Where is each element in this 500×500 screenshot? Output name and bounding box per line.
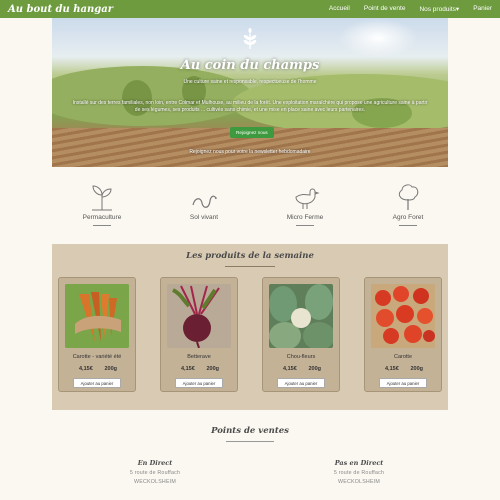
product-price: 4,15€ xyxy=(283,366,297,372)
product-image-tomatoes xyxy=(371,284,435,348)
add-to-cart-button[interactable]: Ajouter au panier xyxy=(175,378,223,388)
add-to-cart-button[interactable]: Ajouter au panier xyxy=(379,378,427,388)
hen-icon xyxy=(295,188,320,209)
product-card: Carotte - variété été 4,15€ 200g Ajouter… xyxy=(58,277,136,392)
product-weight: 200g xyxy=(308,366,321,372)
product-price: 4,15€ xyxy=(79,366,93,372)
hero-description: Installé sur des terres familiales, non … xyxy=(72,100,428,113)
point-of-sale-heading: En Direct xyxy=(137,459,173,467)
feature-divider xyxy=(93,225,111,226)
leaf-logo-icon xyxy=(243,28,257,49)
point-of-sale-heading: Pas en Direct xyxy=(334,459,384,467)
nav-link-panier[interactable]: Panier xyxy=(473,5,492,13)
products-section: Les produits de la semaine Carotte - var… xyxy=(52,244,448,410)
hero-title: Au coin du champs xyxy=(180,58,320,73)
point-of-sale-address: 5 route de Rouffach xyxy=(333,470,385,476)
product-weight: 200g xyxy=(410,366,423,372)
join-button[interactable]: Rejoignez nous xyxy=(230,127,274,138)
hero-banner: Au coin du champs Une culture saine et r… xyxy=(52,18,448,167)
feature-micro-ferme: Micro Ferme xyxy=(270,183,340,226)
navbar: Au bout du hangar Accueil Point de vente… xyxy=(0,0,500,18)
point-of-sale-city: WECKOLSHEIM xyxy=(134,479,176,485)
product-card: Carotte 4,15€ 200g Ajouter au panier xyxy=(364,277,442,392)
product-image-carrots xyxy=(65,284,129,348)
product-name: Carotte - variété été xyxy=(72,354,122,360)
points-of-sale-title: Points de ventes xyxy=(211,426,289,436)
feature-agro-foret: Agro Foret xyxy=(373,183,443,226)
product-price: 4,15€ xyxy=(181,366,195,372)
points-of-sale-rule xyxy=(226,441,274,442)
point-of-sale-direct: En Direct 5 route de Rouffach WECKOLSHEI… xyxy=(95,459,215,485)
product-weight: 200g xyxy=(206,366,219,372)
product-price: 4,15€ xyxy=(385,366,399,372)
sprout-icon xyxy=(92,185,112,211)
products-title-rule xyxy=(225,266,275,267)
feature-label: Permaculture xyxy=(82,214,122,221)
point-of-sale-city: WECKOLSHEIM xyxy=(338,479,380,485)
product-name: Carotte xyxy=(393,354,413,360)
add-to-cart-button[interactable]: Ajouter au panier xyxy=(73,378,121,388)
brand-logo-text[interactable]: Au bout du hangar xyxy=(8,4,113,15)
product-image-beetroot xyxy=(167,284,231,348)
point-of-sale-address: 5 route de Rouffach xyxy=(129,470,181,476)
product-image-cauliflower xyxy=(269,284,333,348)
product-name: Chou-fleurs xyxy=(286,354,316,360)
add-to-cart-button[interactable]: Ajouter au panier xyxy=(277,378,325,388)
product-card: Betterave 4,15€ 200g Ajouter au panier xyxy=(160,277,238,392)
tree-icon xyxy=(398,184,419,210)
feature-divider xyxy=(399,225,417,226)
nav-links: Accueil Point de vente Nos produits▾ Pan… xyxy=(329,5,492,13)
feature-label: Sol vivant xyxy=(189,214,219,221)
product-weight: 200g xyxy=(104,366,117,372)
newsletter-text[interactable]: Rejoignez nous pour votre la newsletter … xyxy=(52,149,448,155)
product-card: Chou-fleurs 4,15€ 200g Ajouter au panier xyxy=(262,277,340,392)
nav-link-nos-produits-dropdown[interactable]: Nos produits▾ xyxy=(419,5,459,13)
product-name: Betterave xyxy=(187,354,211,360)
nav-link-accueil[interactable]: Accueil xyxy=(329,5,350,13)
feature-permaculture: Permaculture xyxy=(67,183,137,226)
feature-divider xyxy=(296,225,314,226)
hero-subtitle: Une culture saine et responsable, respec… xyxy=(183,79,317,85)
worm-icon xyxy=(192,195,217,208)
nav-link-point-de-vente[interactable]: Point de vente xyxy=(364,5,406,13)
products-title: Les produits de la semaine xyxy=(186,251,314,261)
feature-label: Agro Foret xyxy=(392,214,424,221)
point-of-sale-indirect: Pas en Direct 5 route de Rouffach WECKOL… xyxy=(299,459,419,485)
feature-sol-vivant: Sol vivant xyxy=(169,183,239,221)
feature-label: Micro Ferme xyxy=(286,214,324,221)
